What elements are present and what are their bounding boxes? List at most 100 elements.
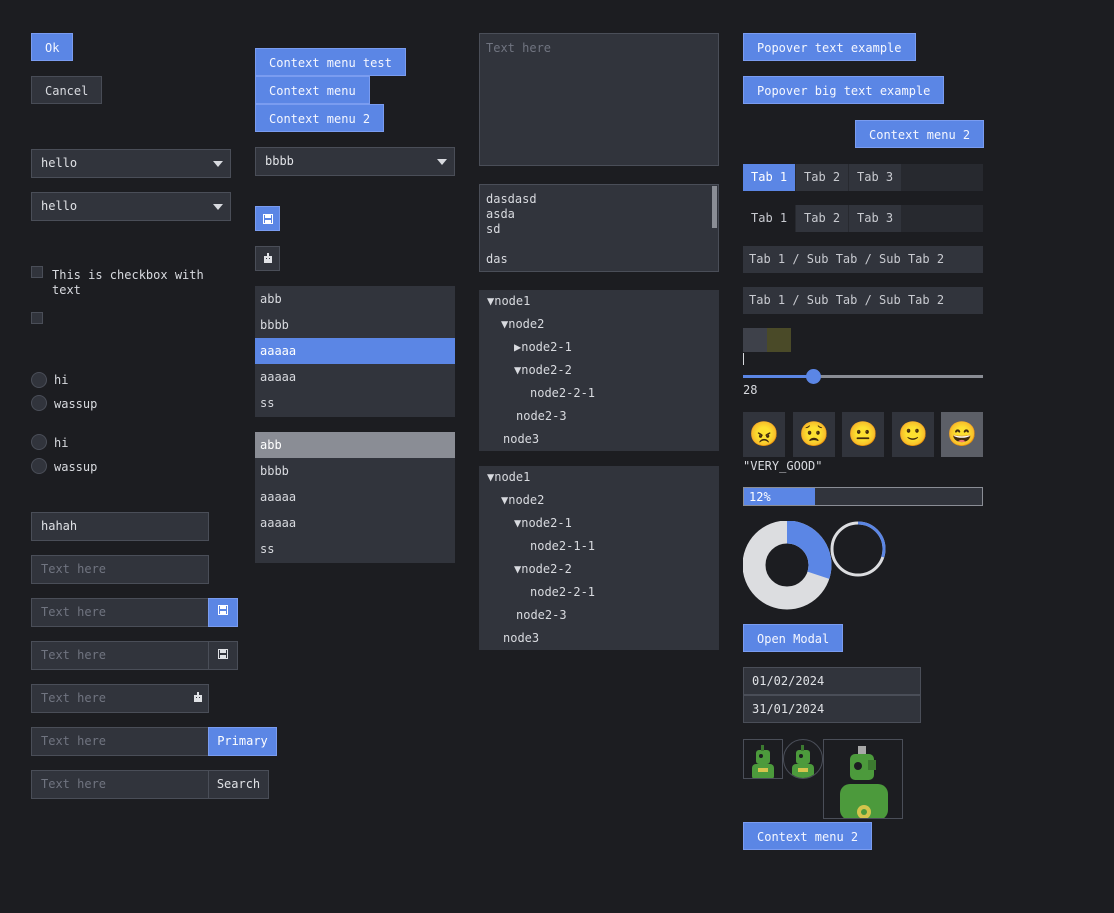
list-item-selected[interactable]: aaaaa xyxy=(255,338,455,364)
radio-wassup-1[interactable] xyxy=(31,395,47,411)
select-value: hello xyxy=(41,156,78,170)
primary-addon-button[interactable]: Primary xyxy=(208,727,277,756)
text-input-search[interactable]: Text here xyxy=(31,770,209,799)
list-box-1[interactable]: abb bbbb aaaaa aaaaa ss xyxy=(255,286,455,417)
checkbox-plain[interactable] xyxy=(31,312,43,324)
date-input-start[interactable]: 01/02/2024 xyxy=(743,667,921,695)
select-hello-2[interactable]: hello xyxy=(31,192,231,221)
tab-3[interactable]: Tab 3 xyxy=(849,164,902,191)
context-menu-button[interactable]: Context menu xyxy=(255,76,370,104)
tree-node[interactable]: node2-2-1 xyxy=(479,581,719,604)
select-value: hello xyxy=(41,199,78,213)
tab-2[interactable]: Tab 2 xyxy=(796,205,849,232)
robot-avatar-icon xyxy=(792,745,814,778)
save-icon-button-small[interactable] xyxy=(255,206,280,231)
list-item[interactable]: ss xyxy=(255,536,455,562)
tree-node[interactable]: ▼node2 xyxy=(479,489,719,512)
tree-node[interactable]: ▼node2 xyxy=(479,313,719,336)
tree-node[interactable]: ▼node2-1 xyxy=(479,512,719,535)
textarea[interactable]: Text here xyxy=(479,33,719,166)
context-menu-test-button[interactable]: Context menu test xyxy=(255,48,406,76)
text-input-with-inner-icon[interactable]: Text here xyxy=(31,684,209,713)
list-item[interactable]: bbbb xyxy=(255,458,455,484)
tree-view-2[interactable]: ▼node1 ▼node2 ▼node2-1 node2-1-1 ▼node2-… xyxy=(479,466,719,650)
popover-big-text-button[interactable]: Popover big text example xyxy=(743,76,945,104)
tree-node[interactable]: ▼node1 xyxy=(479,290,719,313)
scrollbar[interactable] xyxy=(712,186,717,228)
text-input[interactable]: Text here xyxy=(31,555,209,584)
robot-icon xyxy=(193,692,203,706)
tree-node[interactable]: ▼node2-2 xyxy=(479,558,719,581)
save-icon-button[interactable] xyxy=(208,598,238,627)
chevron-down-icon xyxy=(437,159,447,165)
radio-hi-1[interactable] xyxy=(31,372,47,388)
list-item[interactable]: aaaaa xyxy=(255,510,455,536)
list-box-2[interactable]: abb bbbb aaaaa aaaaa ss xyxy=(255,432,455,563)
list-item[interactable]: aaaaa xyxy=(255,364,455,390)
chevron-down-icon xyxy=(213,161,223,167)
rating-very-good[interactable]: 😄 xyxy=(941,412,983,457)
tab-3[interactable]: Tab 3 xyxy=(849,205,902,232)
date-input-end[interactable]: 31/01/2024 xyxy=(743,695,921,723)
slider-thumb[interactable] xyxy=(805,369,821,384)
text-input-with-primary-icon[interactable]: Text here xyxy=(31,598,209,627)
list-item[interactable]: bbbb xyxy=(255,312,455,338)
avatar-large xyxy=(823,739,903,819)
text-cursor xyxy=(743,353,744,365)
rating-very-bad[interactable]: 😠 xyxy=(743,412,785,457)
tree-node[interactable]: ▶node2-1 xyxy=(479,336,719,359)
rating-good[interactable]: 🙂 xyxy=(892,412,934,457)
radio-wassup-2[interactable] xyxy=(31,458,47,474)
tab-1-active[interactable]: Tab 1 xyxy=(743,205,796,232)
slider-track[interactable] xyxy=(743,369,983,384)
log-line: asda xyxy=(486,207,515,221)
search-button[interactable]: Search xyxy=(208,770,269,799)
radio-hi-2[interactable] xyxy=(31,434,47,450)
select-value: bbbb xyxy=(265,154,294,168)
save-icon-button-secondary[interactable] xyxy=(208,641,238,670)
list-item[interactable]: aaaaa xyxy=(255,484,455,510)
color-swatch-olive[interactable] xyxy=(767,328,791,352)
rating-neutral[interactable]: 😐 xyxy=(842,412,884,457)
list-item[interactable]: ss xyxy=(255,390,455,416)
radio-label: wassup xyxy=(54,460,98,474)
log-line: das xyxy=(486,252,508,266)
open-modal-button[interactable]: Open Modal xyxy=(743,624,844,652)
tree-node[interactable]: node3 xyxy=(479,627,719,650)
tree-node[interactable]: ▼node1 xyxy=(479,466,719,489)
color-swatch-gray[interactable] xyxy=(743,328,767,352)
breadcrumb-1[interactable]: Tab 1 / Sub Tab / Sub Tab 2 xyxy=(743,246,983,273)
text-input-primary[interactable]: Text here xyxy=(31,727,209,756)
text-input-with-icon[interactable]: Text here xyxy=(31,641,209,670)
progress-label: 12% xyxy=(749,490,771,504)
ok-button[interactable]: Ok xyxy=(31,33,74,61)
list-item[interactable]: abb xyxy=(255,286,455,312)
tree-node[interactable]: node2-3 xyxy=(479,604,719,627)
context-menu-2-button[interactable]: Context menu 2 xyxy=(255,104,385,132)
select-bbbb[interactable]: bbbb xyxy=(255,147,455,176)
tree-node[interactable]: ▼node2-2 xyxy=(479,359,719,382)
context-menu-2-button-bottom[interactable]: Context menu 2 xyxy=(743,822,873,850)
context-menu-2-button-top[interactable]: Context menu 2 xyxy=(855,120,985,148)
tree-node[interactable]: node2-2-1 xyxy=(479,382,719,405)
log-line: sd xyxy=(486,222,501,236)
checkbox-with-text[interactable] xyxy=(31,266,43,278)
tree-node[interactable]: node3 xyxy=(479,428,719,451)
list-item-highlighted[interactable]: abb xyxy=(255,432,455,458)
tree-node[interactable]: node2-1-1 xyxy=(479,535,719,558)
log-textbox[interactable]: dasdasd asda sd das xyxy=(479,184,719,272)
tree-view-1[interactable]: ▼node1 ▼node2 ▶node2-1 ▼node2-2 node2-2-… xyxy=(479,290,719,451)
select-hello-1[interactable]: hello xyxy=(31,149,231,178)
grinning-face-icon: 😄 xyxy=(947,420,977,448)
ring-progress xyxy=(830,521,886,577)
tree-node[interactable]: node2-3 xyxy=(479,405,719,428)
rating-bad[interactable]: 😟 xyxy=(793,412,835,457)
breadcrumb-2[interactable]: Tab 1 / Sub Tab / Sub Tab 2 xyxy=(743,287,983,314)
robot-icon-button[interactable] xyxy=(255,246,280,271)
angry-face-icon: 😠 xyxy=(749,420,779,448)
cancel-button[interactable]: Cancel xyxy=(31,76,103,104)
tab-2[interactable]: Tab 2 xyxy=(796,164,849,191)
popover-text-button[interactable]: Popover text example xyxy=(743,33,916,61)
text-input-filled[interactable]: hahah xyxy=(31,512,209,541)
tab-1-active[interactable]: Tab 1 xyxy=(743,164,796,191)
